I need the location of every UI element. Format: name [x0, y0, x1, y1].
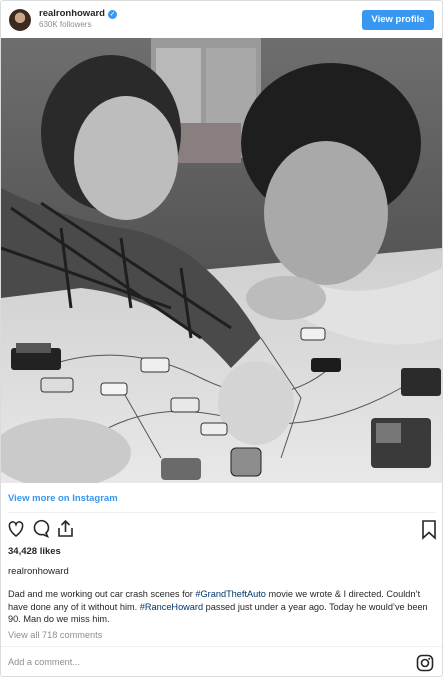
instagram-embed-card: realronhoward ✓ 630K followers View prof…: [0, 0, 443, 677]
user-info: realronhoward ✓ 630K followers: [39, 8, 117, 29]
divider: [1, 646, 442, 647]
view-profile-button[interactable]: View profile: [362, 10, 434, 30]
like-count[interactable]: 34,428 likes: [8, 546, 61, 557]
share-icon[interactable]: [58, 519, 73, 537]
username-link[interactable]: realronhoward: [39, 8, 105, 19]
verified-icon: ✓: [108, 10, 117, 20]
comment-icon[interactable]: [33, 519, 50, 539]
add-comment-input[interactable]: Add a comment...: [8, 657, 80, 667]
post-header: realronhoward ✓ 630K followers View prof…: [1, 1, 442, 38]
action-bar: [7, 519, 437, 540]
post-photo[interactable]: [1, 38, 442, 483]
hashtag-link[interactable]: #GrandTheftAuto: [195, 589, 265, 599]
bookmark-icon[interactable]: [422, 520, 436, 540]
caption-username[interactable]: realronhoward: [8, 566, 69, 577]
follower-count: 630K followers: [39, 19, 92, 29]
divider: [8, 512, 435, 513]
caption-text: Dad and me working out car crash scenes …: [8, 589, 196, 599]
photo-illustration: [1, 38, 442, 483]
instagram-icon[interactable]: [416, 654, 434, 672]
heart-icon[interactable]: [8, 521, 24, 538]
view-more-link[interactable]: View more on Instagram: [8, 493, 118, 504]
post-caption: Dad and me working out car crash scenes …: [8, 588, 438, 626]
view-comments-link[interactable]: View all 718 comments: [8, 630, 102, 640]
hashtag-link[interactable]: #RanceHoward: [140, 602, 203, 612]
avatar[interactable]: [9, 8, 31, 31]
username-row: realronhoward ✓: [39, 8, 117, 20]
